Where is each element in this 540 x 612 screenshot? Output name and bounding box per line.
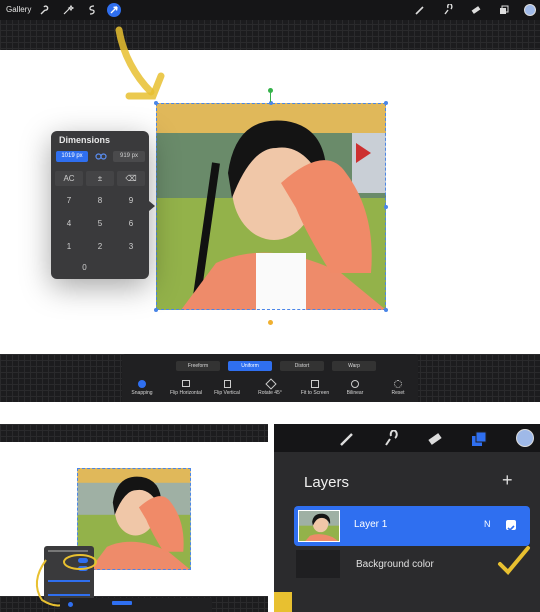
flip-horizontal-icon[interactable] [182,380,190,387]
smudge-icon[interactable] [442,4,454,16]
mini-uniform-button[interactable] [112,601,132,605]
sign-key[interactable]: ± [86,171,114,186]
cursor-arrow-icon [110,6,118,14]
background-layer-name: Background color [356,559,434,570]
mini-transform-toolbar [60,598,212,612]
backspace-key[interactable]: ⌫ [117,171,145,186]
key-3[interactable]: 3 [117,239,145,255]
snapping-label[interactable]: Snapping [117,390,167,396]
freeform-mode-button[interactable]: Freeform [176,361,220,371]
magic-wand-icon[interactable] [62,4,74,16]
bilinear-icon[interactable] [351,380,359,388]
flip-vertical-icon[interactable] [224,380,231,388]
top-toolbar: Gallery [0,0,540,20]
annotation-marker [274,592,292,612]
mini-snapping-icon[interactable] [68,602,73,607]
snapping-icon[interactable] [138,380,146,388]
color-swatch[interactable] [516,429,534,447]
wrench-icon[interactable] [38,4,50,16]
fit-screen-icon[interactable] [311,380,319,388]
color-swatch[interactable] [524,4,536,16]
dimensions-panel: Dimensions 1019 px 919 px AC ± ⌫ 7 8 9 4… [51,131,155,279]
layer-name: Layer 1 [354,519,388,530]
key-8[interactable]: 8 [86,193,114,209]
anchor-point[interactable] [268,320,273,325]
transform-bounding-box[interactable] [156,103,386,310]
transform-handle[interactable] [154,308,158,312]
rotate-icon[interactable] [265,378,277,390]
rotate-45-label[interactable]: Rotate 45° [245,390,295,396]
transform-handle[interactable] [154,101,158,105]
blend-mode-button[interactable]: N [484,519,491,529]
layers-title: Layers [304,474,350,491]
uniform-mode-button[interactable]: Uniform [228,361,272,371]
layer-visibility-checkbox[interactable] [506,520,516,532]
transform-toolbar: Freeform Uniform Distort Warp Snapping F… [122,354,418,402]
key-4[interactable]: 4 [55,216,83,232]
add-layer-button[interactable]: + [502,470,513,491]
brush-icon[interactable] [414,4,426,16]
reset-label[interactable]: Reset [373,390,423,396]
key-5[interactable]: 5 [86,216,114,232]
transform-handle[interactable] [384,101,388,105]
width-field[interactable]: 1019 px [56,151,88,162]
key-0[interactable]: 0 [55,260,114,276]
panel-pointer [149,201,155,211]
canvas-grid-top [0,424,268,442]
layer-row-background[interactable]: Background color [294,550,530,578]
brush-icon[interactable] [338,430,356,448]
link-icon[interactable] [95,152,107,161]
key-9[interactable]: 9 [117,193,145,209]
gallery-button[interactable]: Gallery [6,0,31,20]
transform-handle[interactable] [384,205,388,209]
reset-icon[interactable] [394,380,402,388]
key-6[interactable]: 6 [117,216,145,232]
warp-mode-button[interactable]: Warp [332,361,376,371]
key-2[interactable]: 2 [86,239,114,255]
clear-key[interactable]: AC [55,171,83,186]
annotation-arrow-icon [115,26,165,100]
layers-panel: Layers + Layer 1 N Background color [274,452,540,612]
transform-tool-button[interactable] [107,3,121,17]
layers-top-toolbar [274,424,540,452]
rotation-handle[interactable] [268,88,273,93]
transform-screenshot: Gallery Dimensions 1019 px 919 px AC ± ⌫… [0,0,540,402]
key-1[interactable]: 1 [55,239,83,255]
layer-thumbnail [298,510,340,542]
snapping-screenshot [0,424,268,612]
layers-icon[interactable] [498,4,510,16]
selection-icon[interactable] [86,4,98,16]
dimensions-title: Dimensions [59,135,111,145]
annotation-check-icon [498,546,530,575]
height-field[interactable]: 919 px [113,151,145,162]
eraser-icon[interactable] [426,430,444,448]
layer-row-1[interactable]: Layer 1 N [294,506,530,546]
layers-icon[interactable] [470,430,488,448]
smudge-icon[interactable] [382,430,400,448]
distort-mode-button[interactable]: Distort [280,361,324,371]
layers-screenshot: Layers + Layer 1 N Background color [274,424,540,612]
eraser-icon[interactable] [470,4,482,16]
background-color-swatch[interactable] [296,550,340,578]
key-7[interactable]: 7 [55,193,83,209]
checkmark-icon [507,525,515,532]
transform-handle[interactable] [384,308,388,312]
